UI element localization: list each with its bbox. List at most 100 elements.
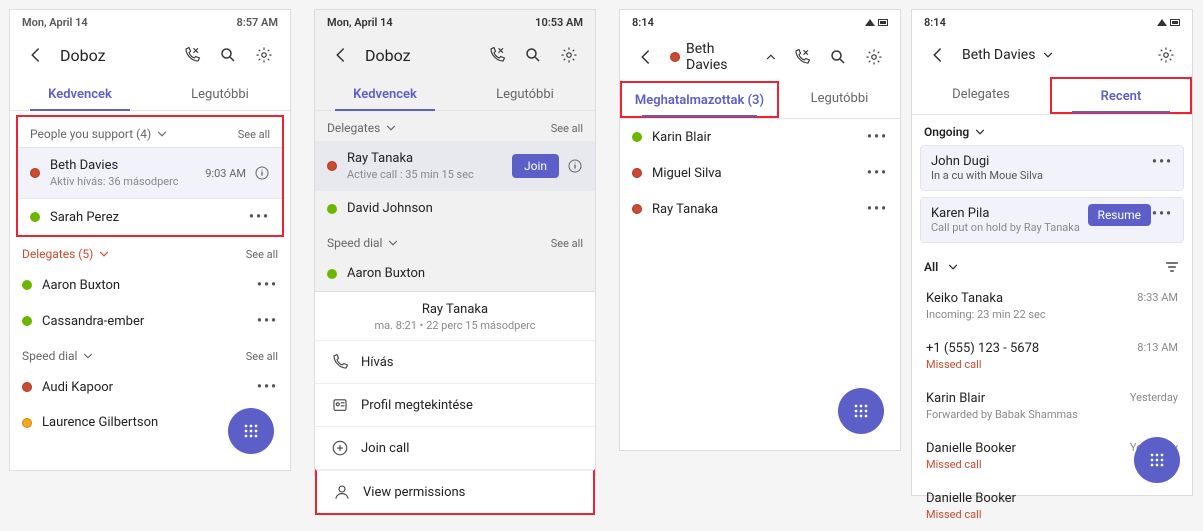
gear-icon[interactable] [1152, 41, 1180, 69]
recent-keiko-tanaka[interactable]: Keiko Tanaka Incoming: 23 min 22 sec 8:3… [912, 281, 1192, 331]
search-icon[interactable] [824, 43, 852, 71]
more-icon[interactable]: ••• [867, 129, 888, 145]
person-ray-tanaka[interactable]: Ray Tanaka ••• [620, 191, 900, 227]
tab-recent[interactable]: Legutóbbi [150, 77, 290, 110]
resume-button[interactable]: Resume [1088, 204, 1151, 226]
see-all-link[interactable]: See all [551, 237, 583, 250]
join-button[interactable]: Join [512, 154, 559, 178]
person-name: Karin Blair [652, 130, 857, 145]
title-bar: Doboz [10, 33, 290, 77]
section-speed-dial[interactable]: Speed dial See all [315, 226, 595, 256]
sheet-subtitle: ma. 8:21 • 22 perc 15 másodperc [315, 319, 595, 340]
back-icon[interactable] [632, 43, 660, 71]
sheet-join-call[interactable]: Join call [315, 426, 595, 469]
dialpad-icon [241, 421, 261, 441]
more-icon[interactable]: ••• [1152, 206, 1173, 222]
person-ray-tanaka[interactable]: Ray Tanaka Active call : 35 min 15 sec J… [315, 141, 595, 191]
more-icon[interactable]: ••• [867, 165, 888, 181]
section-label: Speed dial [327, 236, 382, 250]
recent-phone-number[interactable]: +1 (555) 123 - 5678 Missed call 8:13 AM [912, 331, 1192, 381]
permissions-icon [333, 483, 351, 501]
person-subtext: Active call : 35 min 15 sec [347, 168, 502, 181]
gear-icon[interactable] [555, 41, 583, 69]
back-icon[interactable] [327, 41, 355, 69]
status-bar: Mon, April 14 8:57 AM [10, 10, 290, 33]
chevron-down-icon[interactable] [1041, 48, 1055, 62]
phone-2: Mon, April 14 10:53 AM Doboz Kedvencek L… [315, 10, 595, 475]
status-date: Mon, April 14 [22, 16, 88, 29]
search-icon[interactable] [214, 41, 242, 69]
back-icon[interactable] [924, 41, 952, 69]
person-name: Aaron Buxton [347, 266, 583, 281]
chevron-down-icon [973, 125, 987, 139]
section-people-you-support[interactable]: People you support (4) See all [18, 117, 282, 147]
presence-available-icon [632, 132, 642, 142]
section-delegates[interactable]: Delegates (5) See all [10, 237, 290, 267]
person-david-johnson[interactable]: David Johnson [315, 191, 595, 226]
more-icon[interactable]: ••• [257, 313, 278, 329]
back-icon[interactable] [22, 41, 50, 69]
person-cassandra-ember[interactable]: Cassandra-ember ••• [10, 303, 290, 339]
see-all-link[interactable]: See all [246, 350, 278, 363]
chevron-down-icon [384, 121, 398, 135]
sheet-call[interactable]: Hívás [315, 340, 595, 383]
chevron-down-icon [81, 349, 95, 363]
see-all-link[interactable]: See all [238, 128, 270, 141]
chevron-down-icon [946, 260, 960, 274]
missed-call-icon[interactable] [178, 41, 206, 69]
recent-danielle-booker-2[interactable]: Danielle Booker Missed call [912, 481, 1192, 531]
gear-icon[interactable] [860, 43, 888, 71]
tab-delegates[interactable]: Meghatalmazottak (3) [620, 81, 779, 118]
presence-busy-icon [22, 382, 32, 392]
ongoing-john-dugi[interactable]: John Dugi In a cu with Moue Silva ••• [920, 145, 1184, 191]
more-icon[interactable]: ••• [1152, 154, 1173, 170]
person-aaron-buxton[interactable]: Aaron Buxton [315, 256, 595, 291]
filter-icon[interactable] [1164, 259, 1180, 275]
more-icon[interactable]: ••• [867, 201, 888, 217]
tab-recent[interactable]: Recent [1050, 77, 1192, 114]
person-sarah-perez[interactable]: Sarah Perez ••• [18, 199, 282, 235]
tab-favorites[interactable]: Kedvencek [10, 77, 150, 110]
tab-favorites[interactable]: Kedvencek [315, 77, 455, 110]
recent-karin-blair[interactable]: Karin Blair Forwarded by Babak Shammas Y… [912, 381, 1192, 431]
section-delegates[interactable]: Delegates See all [315, 111, 595, 141]
sheet-view-permissions[interactable]: View permissions [315, 469, 595, 515]
see-all-link[interactable]: See all [246, 248, 278, 261]
presence-busy-icon [632, 204, 642, 214]
more-icon[interactable]: ••• [257, 379, 278, 395]
tab-recent[interactable]: Legutóbbi [779, 81, 900, 118]
dialpad-fab[interactable] [228, 408, 274, 454]
tab-recent[interactable]: Legutóbbi [455, 77, 595, 110]
person-audi-kapoor[interactable]: Audi Kapoor ••• [10, 369, 290, 405]
section-all[interactable]: All [912, 249, 1192, 281]
chevron-down-icon [97, 247, 111, 261]
presence-available-icon [327, 269, 337, 279]
dialpad-fab[interactable] [838, 388, 884, 434]
call-subtext: Forwarded by Babak Shammas [926, 408, 1178, 421]
status-bar: 8:14 [912, 10, 1192, 33]
person-name: Miguel Silva [652, 166, 857, 181]
missed-call-icon[interactable] [788, 43, 816, 71]
dialpad-fab[interactable] [1134, 437, 1180, 483]
sheet-view-profile[interactable]: Profil megtekintése [315, 383, 595, 426]
section-speed-dial[interactable]: Speed dial See all [10, 339, 290, 369]
chevron-up-icon[interactable] [764, 50, 778, 64]
tab-delegates[interactable]: Delegates [912, 77, 1050, 114]
person-aaron-buxton[interactable]: Aaron Buxton ••• [10, 267, 290, 303]
person-beth-davies[interactable]: Beth Davies Aktív hívás: 36 másodperc 9:… [18, 147, 282, 199]
section-ongoing[interactable]: Ongoing [912, 115, 1192, 145]
search-icon[interactable] [519, 41, 547, 69]
more-icon[interactable]: ••• [249, 209, 270, 225]
info-icon[interactable] [567, 158, 583, 174]
person-miguel-silva[interactable]: Miguel Silva ••• [620, 155, 900, 191]
ongoing-karen-pila[interactable]: Karen Pila Call put on hold by Ray Tanak… [920, 197, 1184, 243]
missed-call-icon[interactable] [483, 41, 511, 69]
gear-icon[interactable] [250, 41, 278, 69]
info-icon[interactable] [254, 165, 270, 181]
see-all-link[interactable]: See all [551, 122, 583, 135]
more-icon[interactable]: ••• [257, 277, 278, 293]
person-karin-blair[interactable]: Karin Blair ••• [620, 119, 900, 155]
highlight-box: People you support (4) See all Beth Davi… [16, 115, 284, 237]
page-title: Doboz [60, 46, 168, 65]
join-icon [331, 439, 349, 457]
